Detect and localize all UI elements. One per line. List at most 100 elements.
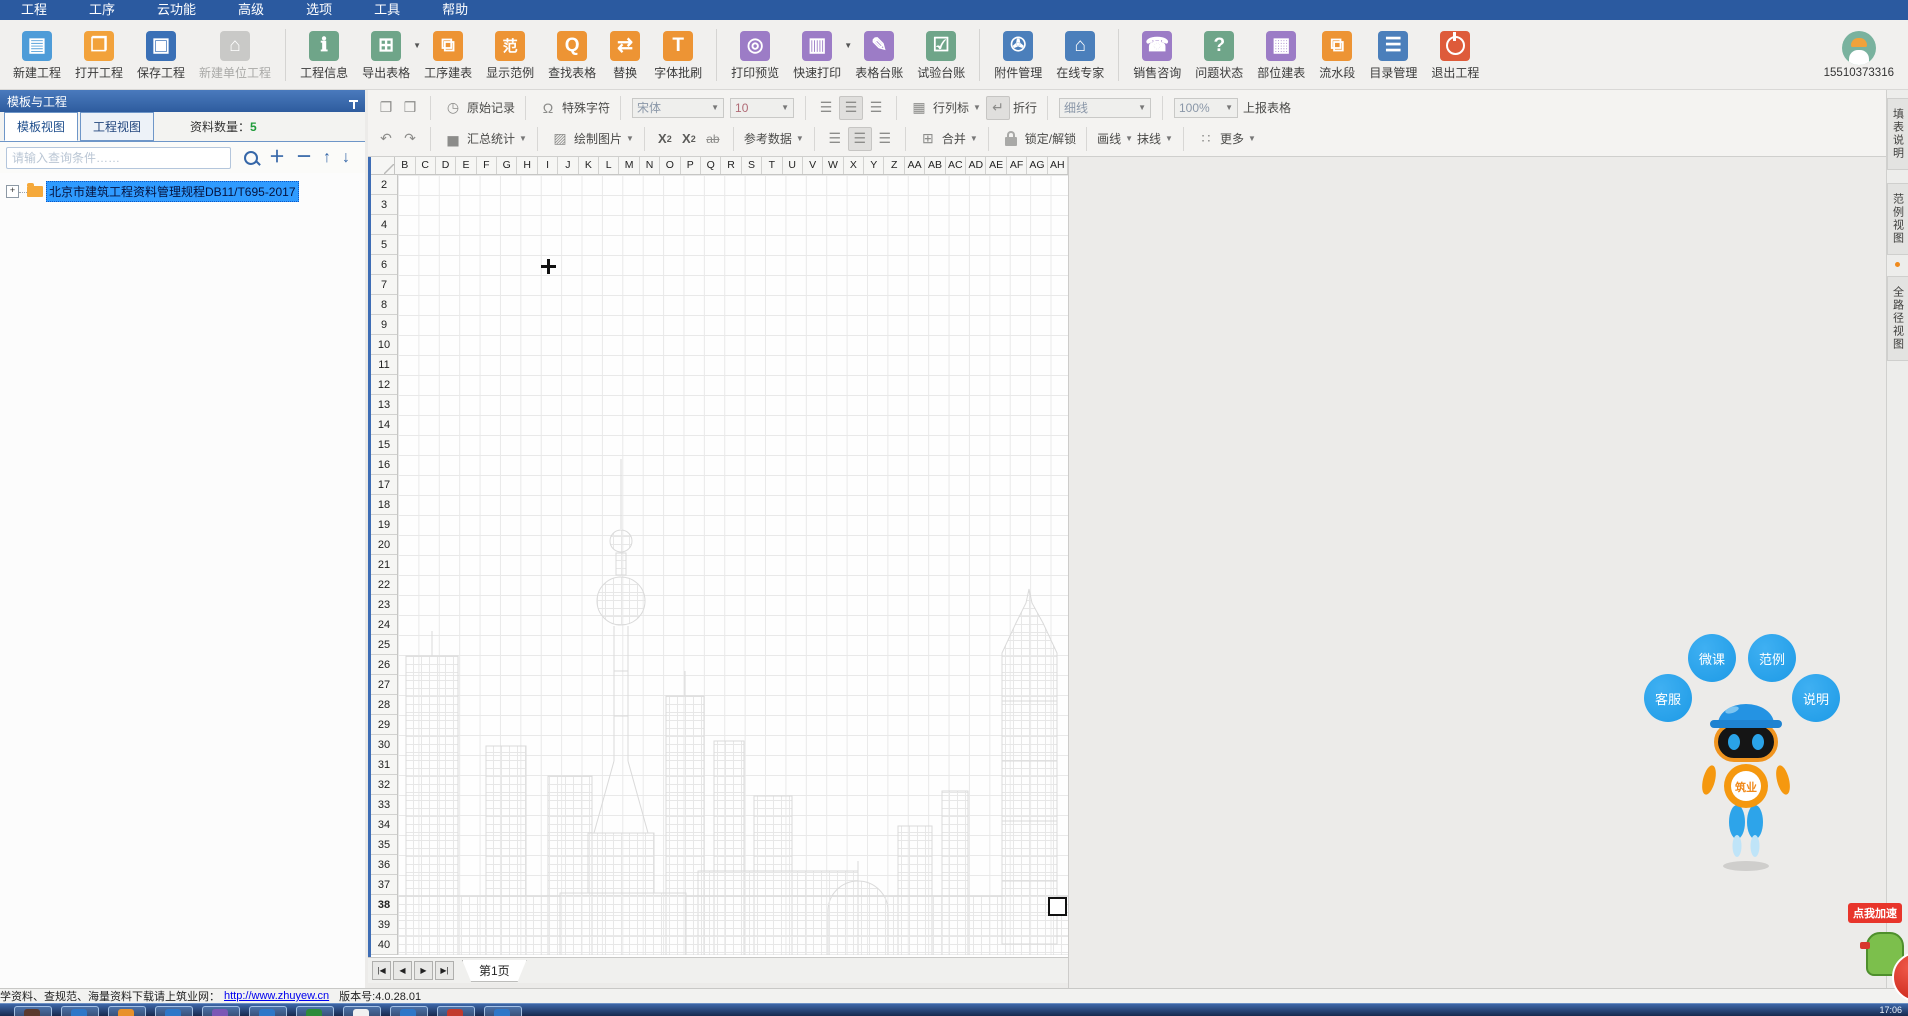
item-保存工程-button[interactable]: ▣保存工程 <box>130 27 192 83</box>
row-header-37[interactable]: 37 <box>371 875 397 895</box>
column-header-W[interactable]: W <box>823 157 843 174</box>
valign-bottom-icon[interactable]: ☰ <box>865 97 887 119</box>
item-销售咨询-button[interactable]: ☎销售咨询 <box>1126 27 1188 83</box>
menu-工序[interactable]: 工序 <box>68 0 136 20</box>
row-header-33[interactable]: 33 <box>371 795 397 815</box>
tab-item-工程视图[interactable]: 工程视图 <box>80 112 154 141</box>
row-header-14[interactable]: 14 <box>371 415 397 435</box>
row-header-15[interactable]: 15 <box>371 435 397 455</box>
sheet-tab[interactable]: 第1页 <box>462 960 527 982</box>
taskbar-app-icon[interactable] <box>484 1006 522 1016</box>
item-打印预览-button[interactable]: ◎打印预览 <box>724 27 786 83</box>
align-left-icon[interactable]: ☰ <box>824 128 846 150</box>
taskbar-app-icon[interactable] <box>343 1006 381 1016</box>
search-input[interactable] <box>6 147 231 169</box>
column-header-N[interactable]: N <box>640 157 660 174</box>
row-header-25[interactable]: 25 <box>371 635 397 655</box>
up-arrow-icon[interactable]: ↑ <box>323 150 331 166</box>
row-header-31[interactable]: 31 <box>371 755 397 775</box>
item-试验台账-button[interactable]: ☑试验台账 <box>910 27 972 83</box>
row-header-35[interactable]: 35 <box>371 835 397 855</box>
column-header-Q[interactable]: Q <box>701 157 721 174</box>
item-合并-button[interactable]: ⊞合并▼ <box>916 128 978 150</box>
item-绘制图片-button[interactable]: ▨绘制图片▼ <box>548 128 634 150</box>
column-header-X[interactable]: X <box>844 157 864 174</box>
row-header-23[interactable]: 23 <box>371 595 397 615</box>
column-header-D[interactable]: D <box>436 157 456 174</box>
column-header-AB[interactable]: AB <box>925 157 945 174</box>
column-header-K[interactable]: K <box>579 157 599 174</box>
column-header-E[interactable]: E <box>456 157 476 174</box>
taskbar-app-icon[interactable] <box>108 1006 146 1016</box>
menu-工具[interactable]: 工具 <box>353 0 421 20</box>
column-header-C[interactable]: C <box>416 157 436 174</box>
column-header-P[interactable]: P <box>681 157 701 174</box>
column-header-AE[interactable]: AE <box>986 157 1006 174</box>
valign-top-icon[interactable]: ☰ <box>815 97 837 119</box>
taskbar-app-icon[interactable] <box>61 1006 99 1016</box>
column-header-AD[interactable]: AD <box>966 157 986 174</box>
row-header-18[interactable]: 18 <box>371 495 397 515</box>
row-header-17[interactable]: 17 <box>371 475 397 495</box>
select-all-corner[interactable] <box>371 157 395 174</box>
column-header-AG[interactable]: AG <box>1027 157 1047 174</box>
row-header-26[interactable]: 26 <box>371 655 397 675</box>
column-header-I[interactable]: I <box>538 157 558 174</box>
item-问题状态-button[interactable]: ?问题状态 <box>1188 27 1250 83</box>
item-特殊字符-button[interactable]: Ω特殊字符 <box>536 97 610 119</box>
bubble-item-微课[interactable]: 微课 <box>1688 634 1736 682</box>
row-header-21[interactable]: 21 <box>371 555 397 575</box>
item-表格台账-button[interactable]: ✎表格台账 <box>848 27 910 83</box>
item-在线专家-button[interactable]: ⌂在线专家 <box>1049 27 1111 83</box>
strikethrough-icon[interactable]: ab <box>702 128 724 150</box>
align-center-icon[interactable]: ☰ <box>848 127 872 151</box>
row-header-28[interactable]: 28 <box>371 695 397 715</box>
column-header-M[interactable]: M <box>619 157 639 174</box>
row-header-19[interactable]: 19 <box>371 515 397 535</box>
item-行列标-button[interactable]: ▦行列标▼ <box>907 97 981 119</box>
column-header-V[interactable]: V <box>803 157 823 174</box>
add-icon[interactable]: ＋ <box>269 150 285 166</box>
item-10-select[interactable]: 10▼ <box>730 98 794 118</box>
vertical-tab-item-填表说明[interactable]: 填表说明 <box>1887 98 1908 170</box>
item-抹线-button[interactable]: 抹线▼ <box>1137 130 1173 147</box>
item-查找表格-button[interactable]: Q查找表格 <box>541 27 603 83</box>
row-header-30[interactable]: 30 <box>371 735 397 755</box>
item-参考数据-button[interactable]: 参考数据▼ <box>744 130 804 147</box>
column-header-AF[interactable]: AF <box>1007 157 1027 174</box>
item-部位建表-button[interactable]: ▦部位建表 <box>1250 27 1312 83</box>
valign-middle-icon[interactable]: ☰ <box>839 96 863 120</box>
row-header-12[interactable]: 12 <box>371 375 397 395</box>
row-header-22[interactable]: 22 <box>371 575 397 595</box>
row-header-32[interactable]: 32 <box>371 775 397 795</box>
item-更多-button[interactable]: ∷更多▼ <box>1194 128 1256 150</box>
item-显示范例-button[interactable]: 范显示范例 <box>479 27 541 83</box>
taskbar-app-icon[interactable] <box>14 1006 52 1016</box>
tab-item-模板视图[interactable]: 模板视图 <box>4 112 78 141</box>
item-原始记录-button[interactable]: ◷原始记录 <box>441 97 515 119</box>
item-100--select[interactable]: 100%▼ <box>1174 98 1238 118</box>
row-header-29[interactable]: 29 <box>371 715 397 735</box>
column-header-L[interactable]: L <box>599 157 619 174</box>
item-细线-select[interactable]: 细线▼ <box>1059 98 1151 118</box>
row-header-3[interactable]: 3 <box>371 195 397 215</box>
taskbar-app-icon[interactable] <box>437 1006 475 1016</box>
item-附件管理-button[interactable]: ✇附件管理 <box>987 27 1049 83</box>
item-字体批刷-button[interactable]: T字体批刷 <box>647 27 709 83</box>
grid-cells[interactable] <box>398 175 1068 955</box>
item-锁定-解锁-button[interactable]: 锁定/解锁 <box>999 128 1076 150</box>
item-目录管理-button[interactable]: ☰目录管理 <box>1362 27 1424 83</box>
column-header-AH[interactable]: AH <box>1048 157 1068 174</box>
item-工序建表-button[interactable]: ⧉工序建表 <box>417 27 479 83</box>
bubble-item-范例[interactable]: 范例 <box>1748 634 1796 682</box>
row-header-20[interactable]: 20 <box>371 535 397 555</box>
column-header-U[interactable]: U <box>783 157 803 174</box>
align-right-icon[interactable]: ☰ <box>874 128 896 150</box>
item-打开工程-button[interactable]: ❐打开工程 <box>68 27 130 83</box>
row-header-11[interactable]: 11 <box>371 355 397 375</box>
row-header-6[interactable]: 6 <box>371 255 397 275</box>
item-退出工程-button[interactable]: 退出工程 <box>1424 27 1486 83</box>
taskbar-app-icon[interactable] <box>296 1006 334 1016</box>
taskbar-app-icon[interactable] <box>390 1006 428 1016</box>
column-header-Z[interactable]: Z <box>884 157 904 174</box>
